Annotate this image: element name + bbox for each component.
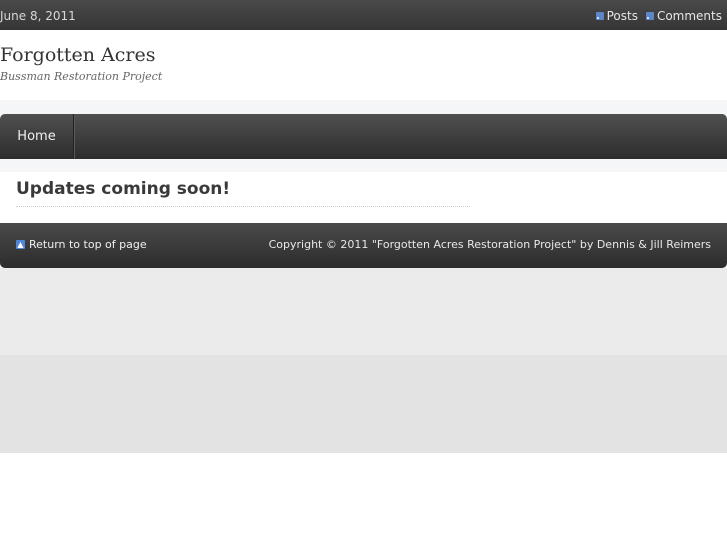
rss-icon [595,12,604,20]
nav-item-home[interactable]: Home [0,114,74,159]
return-to-top-label: Return to top of page [29,238,147,251]
date-label: June 8, 2011 [0,9,76,23]
feed-links: Posts Comments [595,9,722,23]
post-title[interactable]: Updates coming soon! [16,179,230,199]
arrow-up-icon: ▲ [16,240,25,249]
page-background-band [0,355,727,453]
posts-feed-link[interactable]: Posts [595,9,638,23]
site-description: Bussman Restoration Project [0,70,163,83]
main-content: Updates coming soon! [0,172,727,223]
copyright-text: Copyright © 2011 "Forgotten Acres Restor… [268,238,711,251]
post-divider [16,206,470,207]
top-bar: June 8, 2011 Posts Comments [0,0,727,30]
site-footer: ▲ Return to top of page Copyright © 2011… [0,223,727,268]
rss-icon [645,12,654,20]
site-title[interactable]: Forgotten Acres [0,44,156,66]
comments-feed-label: Comments [656,9,722,23]
comments-feed-link[interactable]: Comments [645,9,722,23]
site-header: Forgotten Acres Bussman Restoration Proj… [0,30,727,100]
return-to-top-link[interactable]: ▲ Return to top of page [16,238,147,251]
main-nav: Home [0,114,727,159]
posts-feed-label: Posts [606,9,638,23]
page-background-band [0,268,727,355]
